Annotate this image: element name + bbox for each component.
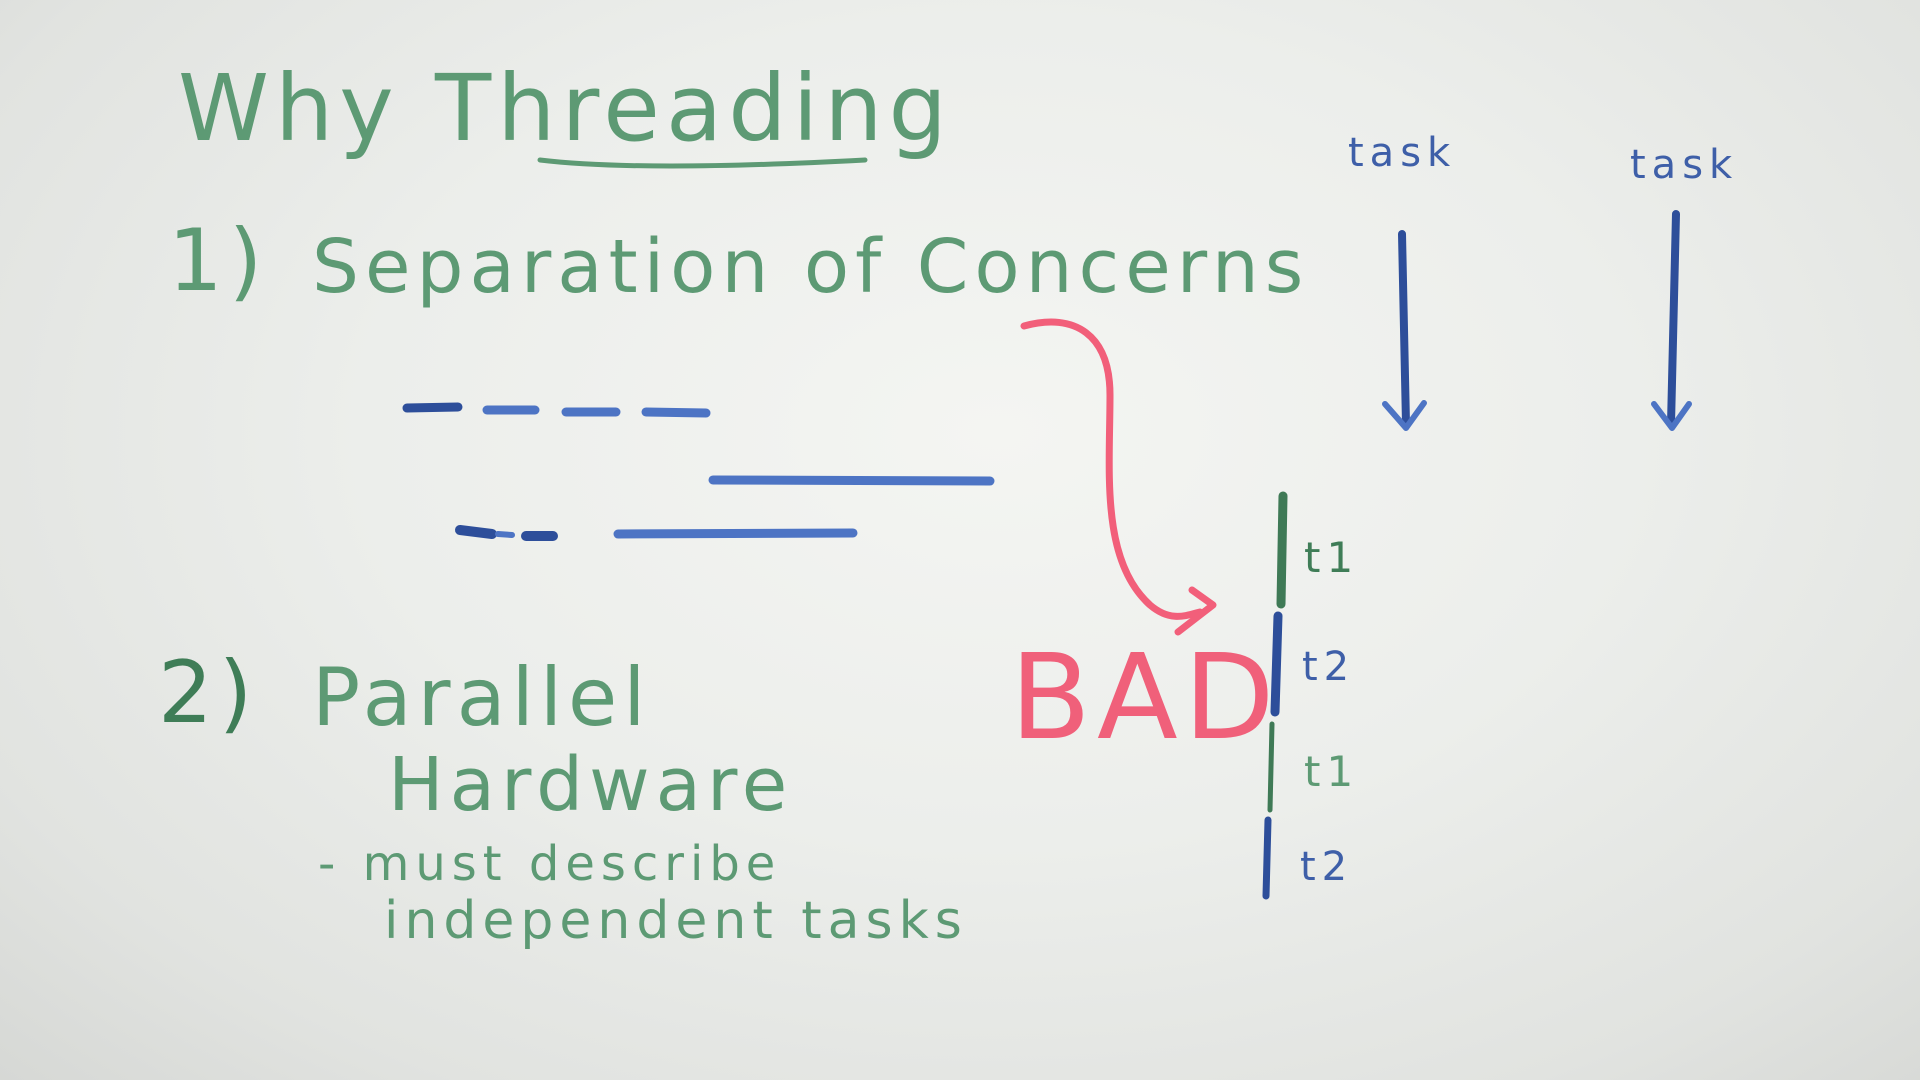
point-2-line-2: Hardware: [388, 742, 793, 828]
task-arrow-2: [1651, 210, 1692, 431]
timeline-label-t2-a: t2: [1302, 644, 1355, 690]
point-2-bullet-continued: independent tasks: [384, 891, 968, 951]
timeline-label-t1-a: t1: [1304, 533, 1359, 582]
timeline-label-t2-b: t2: [1300, 844, 1353, 890]
point-1-number: 1): [168, 211, 268, 311]
dashed-timeline: [402, 402, 711, 418]
point-1-text: Separation of Concerns: [312, 224, 1309, 310]
point-2-number: 2): [158, 643, 258, 743]
title-text: Why Threading: [178, 55, 953, 162]
whiteboard: Why Threading 1) Separation of Concerns …: [0, 0, 1920, 1080]
point-2-bullet: - must describe: [318, 836, 781, 892]
task-label-2: task: [1630, 142, 1738, 188]
task-label-1: task: [1348, 130, 1456, 176]
red-arrow-curve: [1020, 318, 1204, 620]
whiteboard-drawing: Why Threading 1) Separation of Concerns …: [158, 55, 1738, 951]
point-2-line-1: Parallel: [312, 651, 651, 744]
task-arrow-1: [1382, 230, 1427, 431]
mixed-timeline: [455, 525, 858, 541]
bad-annotation: BAD: [1010, 628, 1281, 766]
solid-timeline: [708, 475, 995, 486]
timeline-label-t1-b: t1: [1304, 747, 1359, 796]
